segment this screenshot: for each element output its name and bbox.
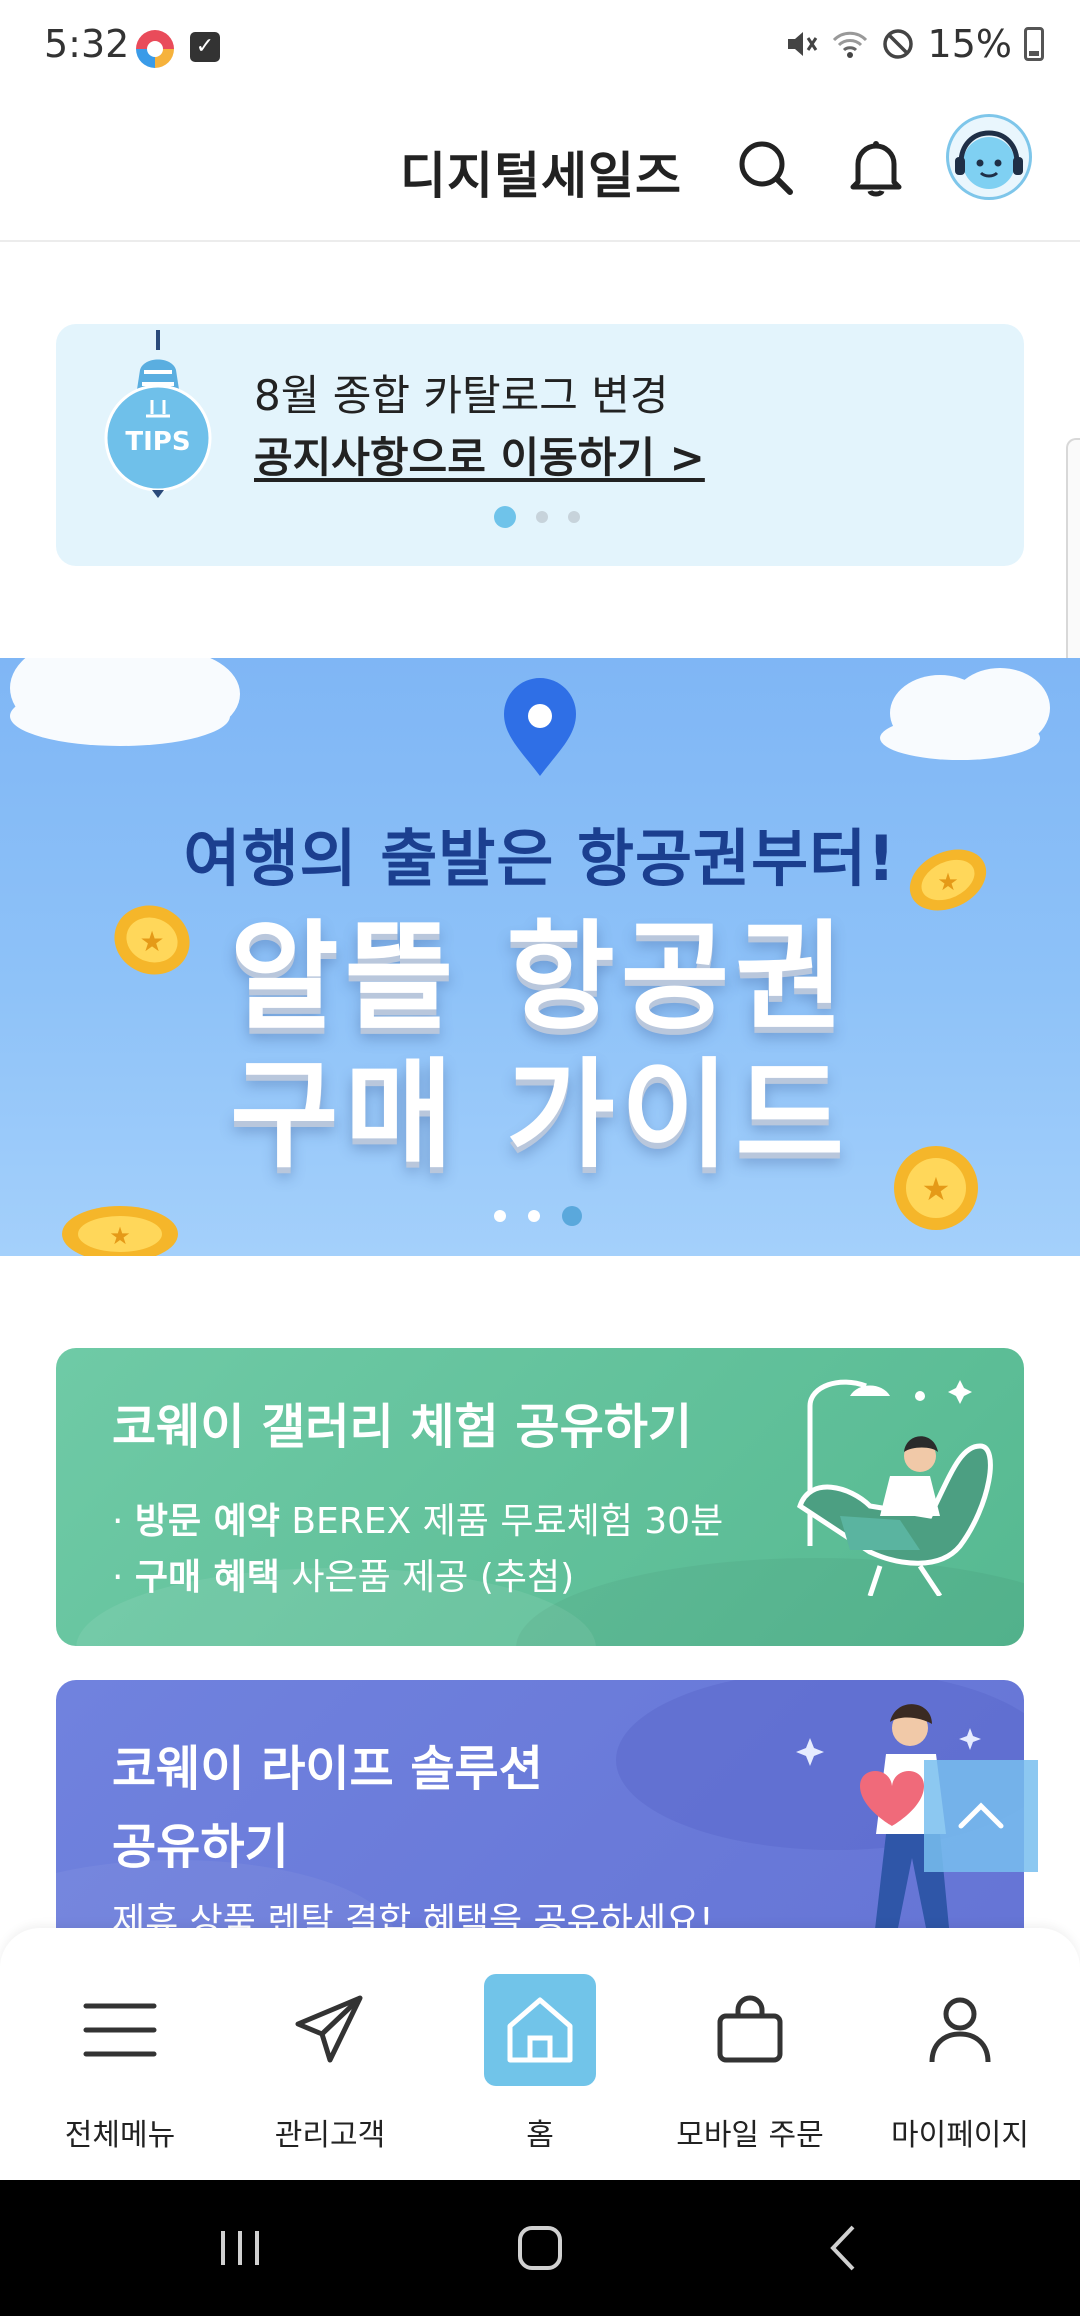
tips-pagination — [494, 506, 580, 528]
notification-button[interactable] — [834, 126, 918, 210]
nav-icon-wrap — [64, 1974, 176, 2086]
tips-banner[interactable]: TIPS 8월 종합 카탈로그 변경 공지사항으로 이동하기 > — [56, 324, 1024, 566]
gallery-promo-title: 코웨이 갤러리 체험 공유하기 — [112, 1399, 693, 1455]
recent-apps-button[interactable] — [210, 2218, 270, 2278]
cloud-right — [880, 668, 1050, 760]
menu-icon — [83, 2003, 157, 2057]
hero-subtitle: 여행의 출발은 항공권부터! — [183, 822, 897, 895]
search-icon — [739, 141, 793, 195]
life-promo-title-line1: 코웨이 라이프 솔루션 — [112, 1741, 543, 1797]
nav-item-customers[interactable]: 관리고객 — [240, 1974, 420, 2154]
nav-icon-wrap — [274, 1974, 386, 2086]
battery-percent: 15% — [927, 22, 1012, 66]
checkbox-notification-icon: ✓ — [190, 32, 220, 62]
tips-badge-text: TIPS — [125, 427, 190, 457]
nav-label: 마이페이지 — [891, 2118, 1029, 2153]
hero-title-line2: 구매 가이드 — [230, 1046, 850, 1184]
hero-page-dot-1[interactable] — [494, 1210, 506, 1222]
nav-label: 모바일 주문 — [676, 2118, 824, 2153]
hero-title: 알뜰 항공권 구매 가이드 — [0, 908, 1080, 1184]
tips-page-dot-1[interactable] — [494, 506, 516, 528]
home-system-button[interactable] — [510, 2218, 570, 2278]
gallery-promo-card[interactable]: 코웨이 갤러리 체험 공유하기 · 방문 예약 BEREX 제품 무료체험 30… — [56, 1348, 1024, 1646]
gallery-item1-bold: 방문 예약 — [134, 1501, 280, 1542]
cloud-left — [10, 658, 240, 746]
location-pin-icon — [504, 678, 576, 776]
nav-label: 관리고객 — [274, 2118, 386, 2153]
headset-avatar-icon — [955, 130, 1023, 189]
gallery-promo-item-2: · 구매 혜택 사은품 제공 (추첨) — [112, 1557, 575, 1598]
page-title: 디지털세일즈 — [400, 147, 682, 205]
nav-item-mobile-order[interactable]: 모바일 주문 — [660, 1974, 840, 2154]
paper-plane-icon — [295, 1995, 363, 2063]
coin-icon: ★ — [62, 1206, 178, 1256]
app-header: 디지털세일즈 — [0, 96, 1080, 242]
hero-page-dot-2[interactable] — [528, 1210, 540, 1222]
back-button[interactable] — [814, 2218, 874, 2278]
hero-pagination — [494, 1206, 582, 1226]
chevron-up-icon — [958, 1802, 1004, 1829]
svg-text:★: ★ — [109, 1222, 131, 1250]
nav-item-home[interactable]: 홈 — [450, 1974, 630, 2154]
back-chevron-icon — [830, 2225, 855, 2271]
hero-banner[interactable]: ★ ★ ★ ★ 여행의 출발은 항공권부터! 알뜰 항공권 구매 가이드 — [0, 658, 1080, 1256]
nav-label: 홈 — [526, 2118, 554, 2153]
nav-item-all-menu[interactable]: 전체메뉴 — [30, 1974, 210, 2154]
tips-page-dot-3[interactable] — [568, 511, 580, 523]
app-notification-icon — [136, 30, 174, 68]
bell-icon — [850, 141, 902, 197]
gallery-item2-bold: 구매 혜택 — [134, 1557, 280, 1598]
shopping-bag-icon — [717, 1995, 783, 2063]
woman-in-chair-illustration — [797, 1379, 993, 1596]
gallery-promo-item-1: · 방문 예약 BEREX 제품 무료체험 30분 — [112, 1501, 724, 1542]
tips-lightbulb-icon: TIPS — [104, 330, 212, 498]
life-promo-title-line2: 공유하기 — [112, 1819, 289, 1875]
tips-page-dot-2[interactable] — [536, 511, 548, 523]
status-bar: 5:32 ✓ 15% — [0, 0, 1080, 96]
recent-apps-icon — [221, 2231, 259, 2265]
bottom-navigation: 전체메뉴 관리고객 홈 모바일 주문 마이페이지 — [0, 1928, 1080, 2180]
status-time: 5:32 — [44, 22, 130, 66]
tips-notice-link[interactable]: 공지사항으로 이동하기 > — [254, 424, 705, 485]
avatar[interactable] — [946, 114, 1032, 200]
nav-icon-wrap — [484, 1974, 596, 2086]
hero-page-dot-3[interactable] — [562, 1206, 582, 1226]
nav-item-my-page[interactable]: 마이페이지 — [870, 1974, 1050, 2154]
nav-icon-wrap — [904, 1974, 1016, 2086]
search-button[interactable] — [724, 126, 808, 210]
nav-label: 전체메뉴 — [64, 2118, 176, 2153]
scroll-to-top-button[interactable] — [924, 1760, 1038, 1872]
person-icon — [929, 1997, 991, 2063]
tips-notice-text: 8월 종합 카탈로그 변경 — [254, 371, 669, 420]
wifi-icon — [832, 31, 867, 58]
hero-title-line1: 알뜰 항공권 — [230, 908, 850, 1046]
nav-icon-wrap — [694, 1974, 806, 2086]
do-not-disturb-icon — [882, 29, 913, 59]
gallery-item2-text: 사은품 제공 (추첨) — [279, 1557, 575, 1598]
system-navigation-bar — [0, 2180, 1080, 2316]
battery-icon — [1024, 27, 1044, 61]
gallery-item1-text: BEREX 제품 무료체험 30분 — [279, 1501, 724, 1542]
status-indicators: 15% — [784, 22, 1044, 66]
home-icon — [507, 1997, 573, 2063]
home-square-icon — [518, 2226, 562, 2270]
mute-icon — [787, 32, 817, 56]
life-promo-title: 코웨이 라이프 솔루션 공유하기 — [112, 1730, 543, 1886]
